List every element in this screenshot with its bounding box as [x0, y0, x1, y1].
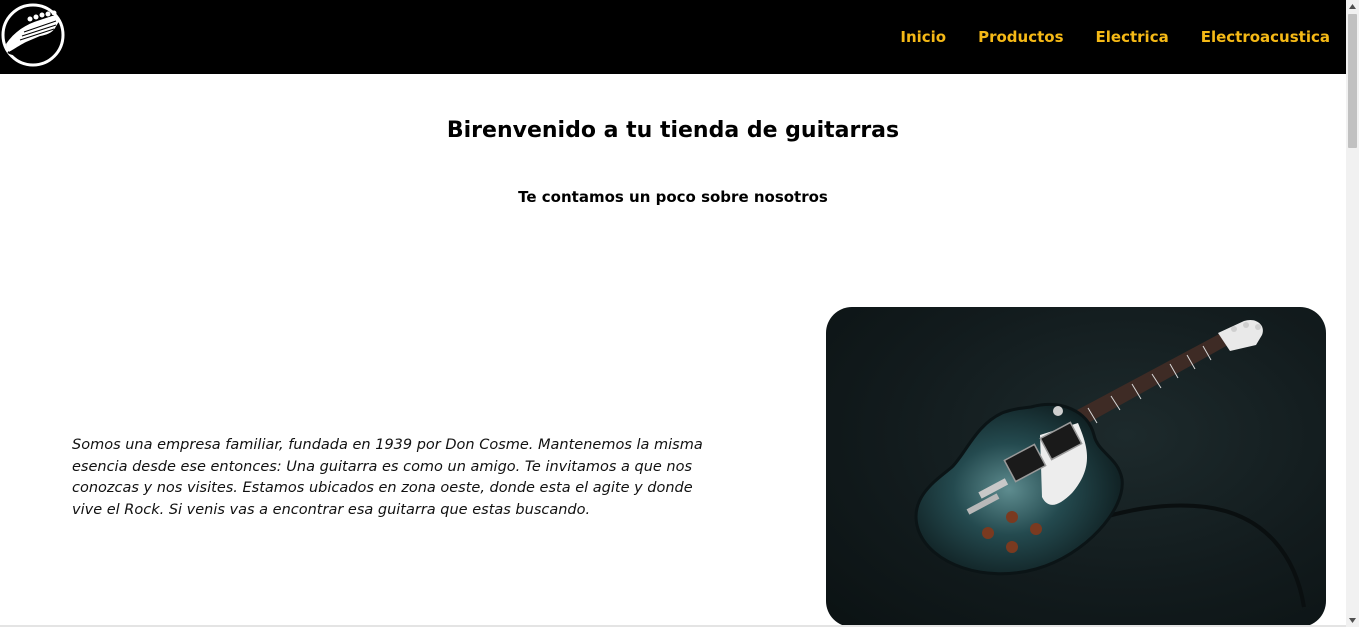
nav-link-inicio[interactable]: Inicio [900, 28, 946, 46]
scroll-up-icon[interactable] [1346, 0, 1359, 13]
nav-link-electrica[interactable]: Electrica [1096, 28, 1169, 46]
navbar: Inicio Productos Electrica Electroacusti… [0, 0, 1346, 74]
nav-link-electroacustica[interactable]: Electroacustica [1201, 28, 1330, 46]
nav-link-productos[interactable]: Productos [978, 28, 1063, 46]
page-title: Birenvenido a tu tienda de guitarras [446, 118, 900, 143]
about-description: Somos una empresa familiar, fundada en 1… [72, 437, 703, 518]
vertical-scrollbar[interactable] [1346, 0, 1359, 627]
guitar-headstock-logo-icon[interactable] [0, 2, 66, 68]
guitar-photo [826, 307, 1326, 627]
scrollbar-thumb[interactable] [1348, 14, 1357, 148]
page-subtitle: Te contamos un poco sobre nosotros [518, 188, 828, 206]
nav-links: Inicio Productos Electrica Electroacusti… [900, 0, 1330, 74]
scroll-down-icon[interactable] [1346, 614, 1359, 627]
